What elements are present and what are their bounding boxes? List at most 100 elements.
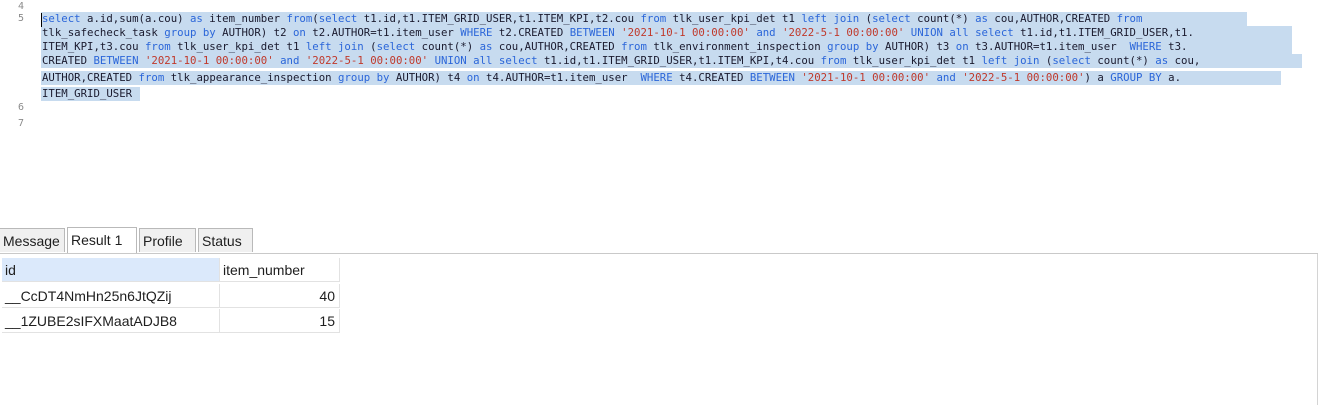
- sql-string-literal: '2021-10-1 00:00:00': [144, 54, 274, 67]
- sql-keyword: group by: [164, 26, 216, 39]
- sql-text: (: [363, 40, 377, 53]
- sql-editor[interactable]: 4 5 6 7 select a.id,sum(a.cou) as item_n…: [0, 0, 1318, 222]
- sql-text: tlk_user_kpi_det t1: [666, 12, 802, 25]
- sql-keyword: from: [138, 71, 165, 84]
- sql-keyword: select: [318, 12, 358, 25]
- tab-result-1[interactable]: Result 1: [67, 227, 137, 253]
- sql-text: t1.id,t1.ITEM_GRID_USER,t1.ITEM_KPI,t2.c…: [357, 12, 641, 25]
- sql-keyword: from: [640, 12, 667, 25]
- sql-text: cou,: [1168, 54, 1201, 67]
- cell-item-number[interactable]: 40: [220, 284, 340, 308]
- sql-text: (: [859, 12, 873, 25]
- sql-keyword: left join: [305, 40, 364, 53]
- tab-status[interactable]: Status: [198, 228, 253, 252]
- sql-code-line[interactable]: AUTHOR,CREATED from tlk_appearance_inspe…: [42, 71, 1181, 85]
- sql-code-line[interactable]: CREATED BETWEEN '2021-10-1 00:00:00' and…: [42, 54, 1200, 68]
- sql-text: tlk_appearance_inspection: [164, 71, 339, 84]
- sql-keyword: from: [286, 12, 313, 25]
- sql-text: t3.AUTHOR=t1.item_user: [968, 40, 1130, 53]
- sql-string-literal: '2022-5-1 00:00:00': [962, 71, 1085, 84]
- sql-keyword: on: [955, 40, 969, 53]
- sql-keyword: as: [190, 12, 203, 25]
- line-number: 5: [17, 13, 24, 24]
- sql-code-line[interactable]: select a.id,sum(a.cou) as item_number fr…: [42, 12, 1142, 26]
- sql-text: t1.id,t1.ITEM_GRID_USER,t1.: [1013, 26, 1194, 39]
- sql-keyword: from: [820, 54, 847, 67]
- sql-keyword: WHERE: [640, 71, 673, 84]
- sql-text: tlk_user_kpi_det t1: [170, 40, 306, 53]
- sql-keyword: BETWEEN: [93, 54, 139, 67]
- sql-keyword: group by: [338, 71, 390, 84]
- tab-message[interactable]: Message: [0, 228, 65, 252]
- sql-text: AUTHOR) t2: [215, 26, 293, 39]
- sql-string-literal: '2021-10-1 00:00:00': [801, 71, 931, 84]
- sql-text: count(*): [415, 40, 480, 53]
- sql-keyword: as: [975, 12, 988, 25]
- sql-code-line[interactable]: tlk_safecheck_task group by AUTHOR) t2 o…: [42, 26, 1194, 40]
- sql-keyword: select: [376, 40, 416, 53]
- sql-keyword: and: [756, 26, 776, 39]
- sql-text: item_number: [202, 12, 287, 25]
- column-header-item-number[interactable]: item_number: [220, 258, 340, 282]
- column-header-id[interactable]: id: [2, 258, 220, 282]
- sql-text: (: [1039, 54, 1053, 67]
- sql-keyword: as: [479, 40, 493, 53]
- sql-keyword: select: [42, 12, 81, 25]
- sql-text: tlk_user_kpi_det t1: [846, 54, 982, 67]
- sql-text: ) a: [1084, 71, 1111, 84]
- sql-keyword: as: [1155, 54, 1169, 67]
- sql-text: a.id,sum(a.cou): [80, 12, 190, 25]
- sql-keyword: on: [292, 26, 306, 39]
- sql-text: count(*): [1090, 54, 1156, 67]
- sql-keyword: from: [1116, 12, 1143, 25]
- sql-keyword: GROUP BY: [1110, 71, 1162, 84]
- sql-keyword: and: [280, 54, 300, 67]
- sql-text: t2.AUTHOR=t1.item_user: [305, 26, 461, 39]
- sql-keyword: on: [466, 71, 480, 84]
- sql-keyword: WHERE: [1129, 40, 1162, 53]
- sql-string-literal: '2022-5-1 00:00:00': [305, 54, 429, 67]
- sql-keyword: and: [936, 71, 956, 84]
- sql-keyword: WHERE: [460, 26, 493, 39]
- sql-keyword: select: [872, 12, 911, 25]
- sql-keyword: from: [621, 40, 647, 53]
- cell-id[interactable]: __CcDT4NmHn25n6JtQZij: [2, 284, 220, 308]
- sql-text: AUTHOR) t4: [389, 71, 467, 84]
- sql-text: t4.CREATED: [672, 71, 750, 84]
- sql-text: tlk_environment_inspection: [646, 40, 828, 53]
- line-number-gutter: 4 5 6 7: [0, 0, 30, 222]
- sql-keyword: select: [1052, 54, 1091, 67]
- cell-id[interactable]: __1ZUBE2sIFXMaatADJB8: [2, 309, 220, 333]
- result-tab-bar: Message Result 1 Profile Status: [0, 227, 1318, 254]
- sql-keyword: BETWEEN: [569, 26, 615, 39]
- sql-keyword: UNION all select: [434, 54, 538, 67]
- sql-text: cou,AUTHOR,CREATED: [492, 40, 622, 53]
- sql-keyword: left join: [981, 54, 1040, 67]
- sql-text: count(*): [910, 12, 976, 25]
- cell-item-number[interactable]: 15: [220, 309, 340, 333]
- sql-text: CREATED: [42, 54, 94, 67]
- sql-text: ITEM_GRID_USER: [42, 87, 133, 100]
- sql-code-line[interactable]: ITEM_GRID_USER: [42, 87, 132, 101]
- sql-text: AUTHOR,CREATED: [42, 71, 139, 84]
- sql-keyword: BETWEEN: [749, 71, 795, 84]
- sql-text: cou,AUTHOR,CREATED: [987, 12, 1117, 25]
- sql-keyword: group by: [827, 40, 879, 53]
- sql-text: t4.AUTHOR=t1.item_user: [479, 71, 641, 84]
- sql-text: t3.: [1161, 40, 1188, 53]
- line-number: 6: [17, 102, 24, 113]
- result-grid[interactable]: id item_number __CcDT4NmHn25n6JtQZij 40 …: [0, 254, 1318, 405]
- sql-code-line[interactable]: ITEM_KPI,t3.cou from tlk_user_kpi_det t1…: [42, 40, 1187, 54]
- sql-keyword: UNION all select: [910, 26, 1014, 39]
- sql-text: AUTHOR) t3: [878, 40, 956, 53]
- sql-string-literal: '2022-5-1 00:00:00': [782, 26, 905, 39]
- sql-text: tlk_safecheck_task: [42, 26, 165, 39]
- sql-string-literal: '2021-10-1 00:00:00': [621, 26, 750, 39]
- line-number: 7: [17, 118, 24, 129]
- sql-text: ITEM_KPI,t3.cou: [42, 40, 145, 53]
- sql-text: t2.CREATED: [492, 26, 570, 39]
- sql-text: a.: [1161, 71, 1182, 84]
- tab-profile[interactable]: Profile: [139, 228, 196, 252]
- sql-keyword: from: [144, 40, 171, 53]
- sql-text: t1.id,t1.ITEM_GRID_USER,t1.ITEM_KPI,t4.c…: [537, 54, 821, 67]
